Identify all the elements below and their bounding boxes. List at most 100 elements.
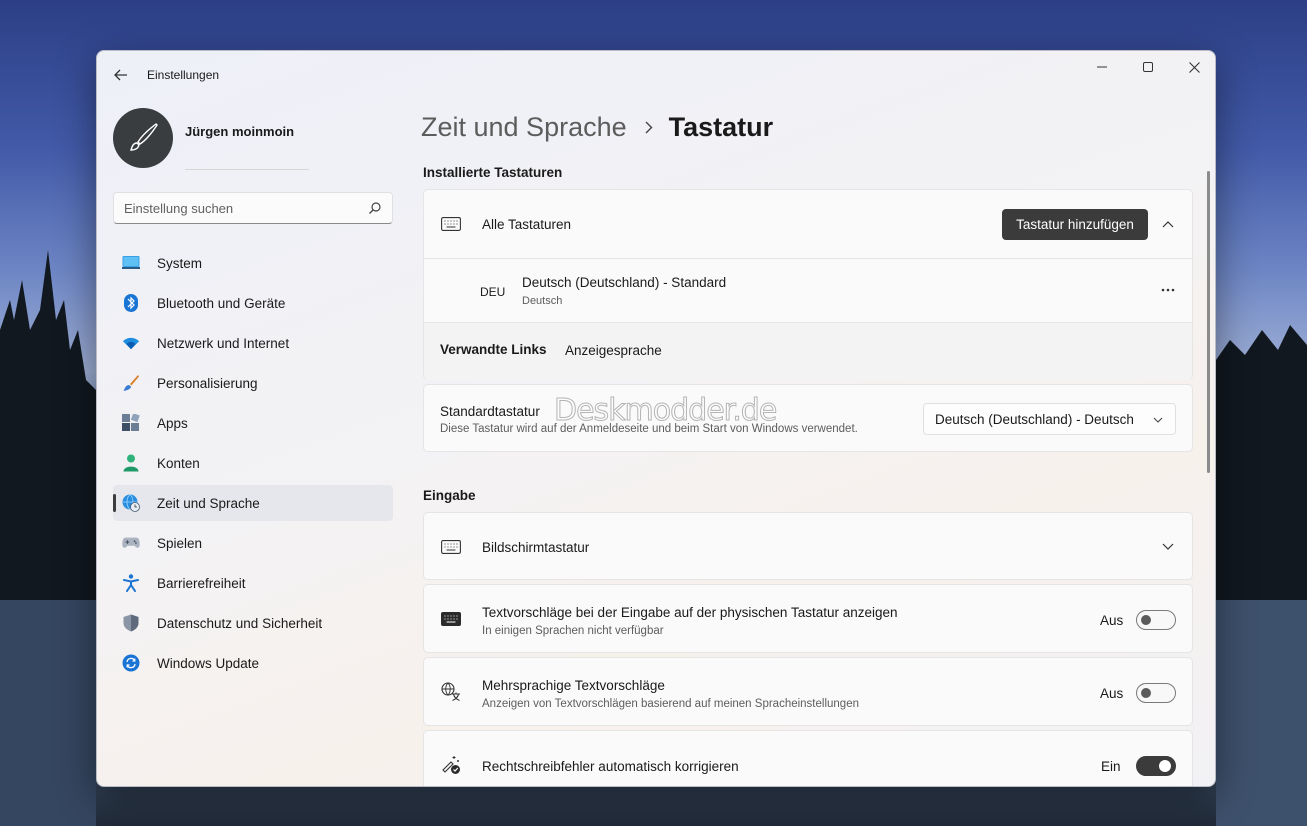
- display-language-link[interactable]: Anzeigesprache: [565, 343, 662, 358]
- sidebar-item-personalization[interactable]: Personalisierung: [113, 365, 393, 401]
- keyboard-row: DEU Deutsch (Deutschland) - Standard Deu…: [424, 259, 1192, 322]
- chevron-down-icon: [1150, 412, 1166, 428]
- close-icon: [1188, 61, 1200, 73]
- title-bar: Einstellungen: [97, 51, 1215, 99]
- maximize-button[interactable]: [1125, 51, 1171, 83]
- breadcrumb-parent[interactable]: Zeit und Sprache: [421, 112, 627, 143]
- dropdown-selected-value: Deutsch (Deutschland) - Deutsch: [935, 412, 1134, 427]
- avatar[interactable]: [113, 108, 173, 168]
- touch-keyboard-card[interactable]: Bildschirmtastatur: [423, 512, 1193, 580]
- search-box[interactable]: [113, 192, 393, 224]
- settings-window: Einstellungen Jürgen moinmoin System: [96, 50, 1216, 787]
- sidebar-item-label: System: [157, 256, 203, 271]
- related-links-label: Verwandte Links: [440, 342, 547, 357]
- sidebar-item-label: Netzwerk und Internet: [157, 336, 290, 351]
- default-keyboard-card: Standardtastatur Diese Tastatur wird auf…: [423, 384, 1193, 452]
- minimize-button[interactable]: [1079, 51, 1125, 83]
- keyboard-icon: [440, 213, 462, 235]
- toggle-state-label: Ein: [1101, 759, 1121, 774]
- monitor-icon: [122, 254, 140, 272]
- more-options-icon[interactable]: [1160, 282, 1176, 298]
- default-keyboard-title: Standardtastatur: [440, 404, 540, 419]
- shield-icon: [122, 614, 140, 632]
- multilingual-title: Mehrsprachige Textvorschläge: [482, 678, 665, 693]
- toggle-knob: [1159, 760, 1171, 772]
- sidebar-item-label: Windows Update: [157, 656, 260, 671]
- sidebar-item-label: Spielen: [157, 536, 203, 551]
- keyboard-language: Deutsch: [522, 295, 563, 307]
- close-button[interactable]: [1171, 51, 1215, 83]
- sidebar-item-label: Bluetooth und Geräte: [157, 296, 286, 311]
- wifi-icon: [122, 334, 140, 352]
- text-suggestions-description: In einigen Sprachen nicht verfügbar: [482, 625, 664, 637]
- sidebar-item-bluetooth[interactable]: Bluetooth und Geräte: [113, 285, 393, 321]
- toggle-knob: [1141, 615, 1151, 625]
- chevron-down-icon[interactable]: [1160, 539, 1176, 555]
- user-divider: [185, 169, 309, 170]
- apps-icon: [122, 414, 140, 432]
- toggle-state-label: Aus: [1100, 686, 1124, 701]
- update-icon: [122, 654, 140, 672]
- scrollbar[interactable]: [1207, 171, 1210, 473]
- section-title-input: Eingabe: [423, 488, 476, 503]
- all-keyboards-label: Alle Tastaturen: [482, 217, 572, 232]
- autocorrect-title: Rechtschreibfehler automatisch korrigier…: [482, 759, 739, 774]
- toggle-knob: [1141, 688, 1151, 698]
- toggle-state-label: Aus: [1100, 613, 1124, 628]
- section-title-installed: Installierte Tastaturen: [423, 165, 563, 180]
- page-title: Tastatur: [668, 111, 774, 142]
- sidebar-item-label: Zeit und Sprache: [157, 496, 260, 511]
- translate-icon: [440, 681, 462, 703]
- touch-keyboard-label: Bildschirmtastatur: [482, 540, 590, 555]
- sidebar-item-time-language[interactable]: Zeit und Sprache: [113, 485, 393, 521]
- person-icon: [122, 454, 140, 472]
- bluetooth-icon: [122, 294, 140, 312]
- accessibility-icon: [122, 574, 140, 592]
- gamepad-icon: [122, 534, 140, 552]
- text-suggestions-title: Textvorschläge bei der Eingabe auf der p…: [482, 605, 898, 620]
- maximize-icon: [1143, 62, 1153, 72]
- sidebar-item-network[interactable]: Netzwerk und Internet: [113, 325, 393, 361]
- back-button[interactable]: [109, 63, 133, 87]
- spellcheck-icon: [440, 754, 462, 776]
- paintbrush-icon: [130, 123, 158, 151]
- multilingual-toggle[interactable]: [1136, 683, 1176, 703]
- sidebar-item-apps[interactable]: Apps: [113, 405, 393, 441]
- sidebar-nav: System Bluetooth und Geräte Netzwerk und…: [113, 245, 393, 685]
- add-keyboard-button[interactable]: Tastatur hinzufügen: [1002, 209, 1148, 240]
- keyboard-icon: [440, 536, 462, 558]
- sidebar-item-label: Datenschutz und Sicherheit: [157, 616, 323, 631]
- sidebar-item-windows-update[interactable]: Windows Update: [113, 645, 393, 681]
- brush-icon: [122, 374, 140, 392]
- sidebar-item-accessibility[interactable]: Barrierefreiheit: [113, 565, 393, 601]
- text-suggestions-toggle[interactable]: [1136, 610, 1176, 630]
- globe-clock-icon: [122, 494, 140, 512]
- sidebar-item-label: Apps: [157, 416, 188, 431]
- sidebar-item-system[interactable]: System: [113, 245, 393, 281]
- search-input[interactable]: [114, 193, 354, 223]
- arrow-left-icon: [114, 69, 127, 81]
- all-keyboards-header[interactable]: Alle Tastaturen Tastatur hinzufügen: [424, 190, 1192, 258]
- sidebar-item-label: Barrierefreiheit: [157, 576, 246, 591]
- default-keyboard-dropdown[interactable]: Deutsch (Deutschland) - Deutsch: [923, 403, 1176, 435]
- sidebar-item-gaming[interactable]: Spielen: [113, 525, 393, 561]
- related-links: Verwandte Links Anzeigesprache: [424, 323, 1192, 380]
- watermark: Deskmodder.de: [553, 393, 777, 429]
- sidebar-item-label: Personalisierung: [157, 376, 258, 391]
- keyboard-name: Deutsch (Deutschland) - Standard: [522, 275, 727, 290]
- user-name: Jürgen moinmoin: [185, 124, 295, 139]
- multilingual-suggestions-card: Mehrsprachige Textvorschläge Anzeigen vo…: [423, 657, 1193, 726]
- text-suggestions-card: Textvorschläge bei der Eingabe auf der p…: [423, 584, 1193, 653]
- autocorrect-toggle[interactable]: [1136, 756, 1176, 776]
- search-icon[interactable]: [368, 201, 382, 215]
- chevron-up-icon[interactable]: [1160, 216, 1176, 232]
- minimize-icon: [1097, 66, 1107, 68]
- app-title: Einstellungen: [147, 68, 220, 82]
- keyboard-code: DEU: [480, 285, 506, 299]
- multilingual-description: Anzeigen von Textvorschlägen basierend a…: [482, 698, 859, 710]
- sidebar-item-privacy[interactable]: Datenschutz und Sicherheit: [113, 605, 393, 641]
- sidebar-item-accounts[interactable]: Konten: [113, 445, 393, 481]
- chevron-right-icon: [645, 121, 653, 134]
- installed-keyboards-card: Alle Tastaturen Tastatur hinzufügen DEU …: [423, 189, 1193, 380]
- keyboard-filled-icon: [440, 608, 462, 630]
